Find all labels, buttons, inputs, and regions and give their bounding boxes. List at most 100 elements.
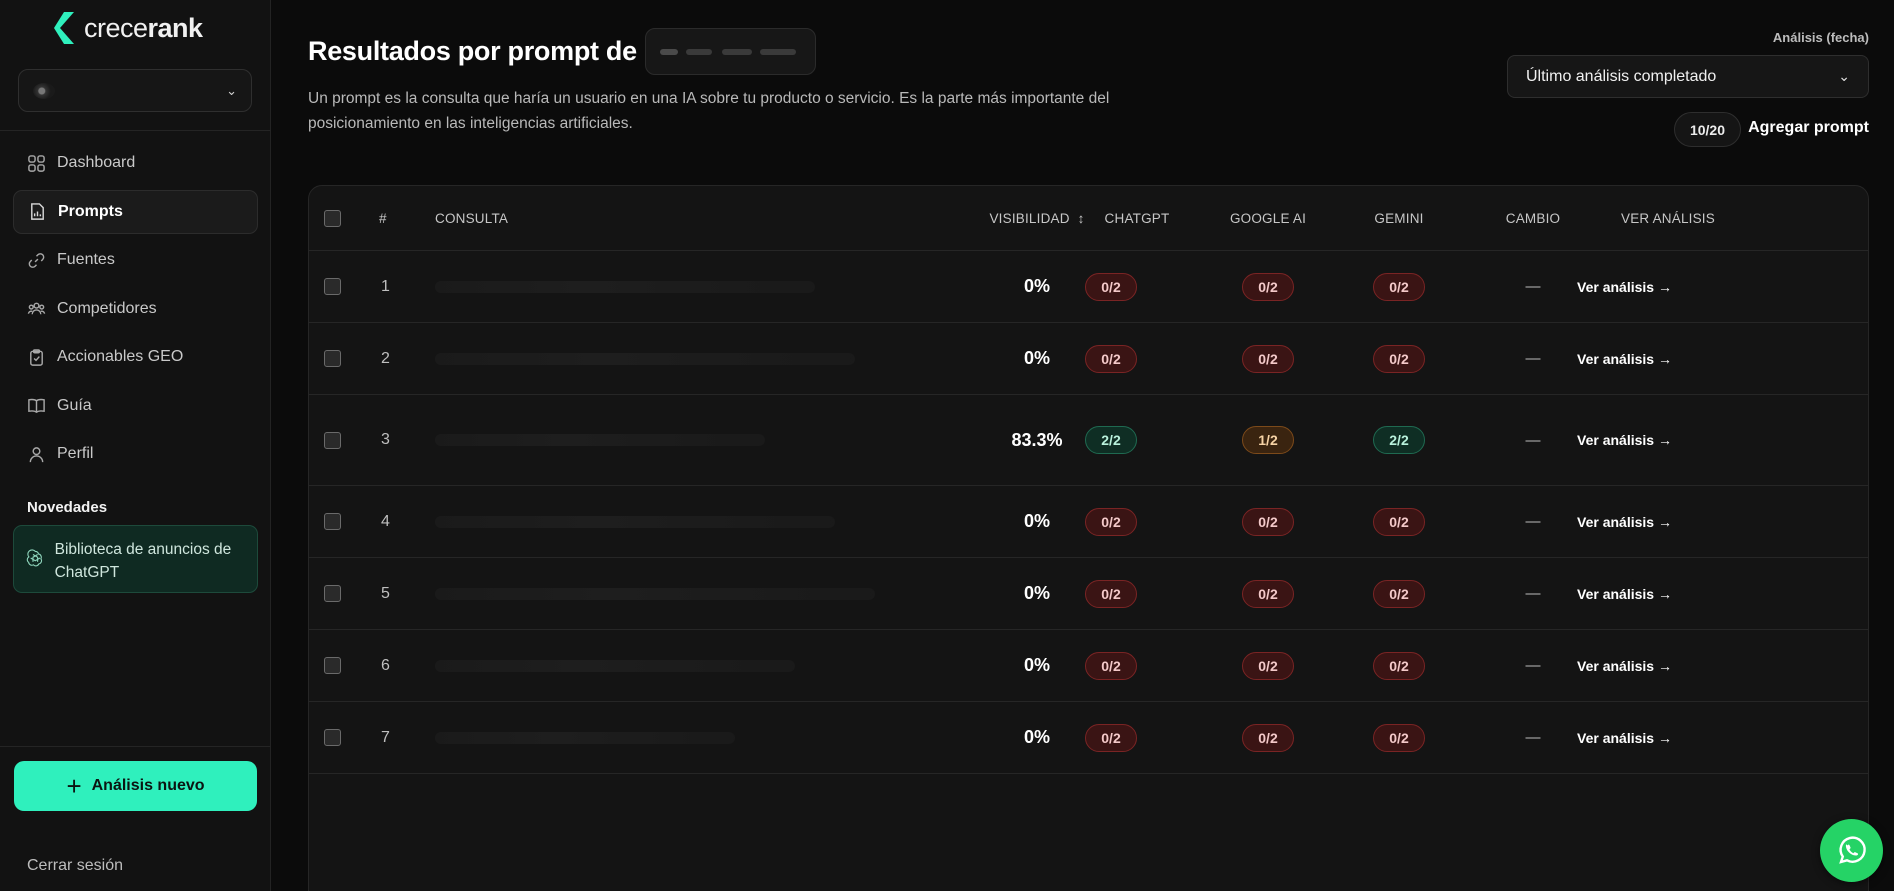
row-checkbox[interactable]: [324, 513, 341, 530]
view-analysis-link[interactable]: Ver análisis →: [1577, 323, 1672, 394]
view-analysis-link[interactable]: Ver análisis →: [1577, 486, 1672, 557]
table-row: 3 83.3% 2/2 1/2 2/2— Ver análisis →: [309, 395, 1868, 486]
row-select-cell: [324, 251, 341, 322]
google-ai-score-badge: 0/2: [1242, 579, 1294, 608]
view-analysis-link[interactable]: Ver análisis →: [1577, 702, 1672, 773]
dashboard-icon: [26, 153, 46, 173]
date-filter-label: Análisis (fecha): [1772, 30, 1869, 45]
row-select-cell: [324, 630, 341, 701]
page-description: Un prompt es la consulta que haría un us…: [308, 90, 1110, 132]
row-number: 2: [381, 349, 390, 367]
gemini-score-badge: 0/2: [1373, 651, 1425, 680]
row-checkbox[interactable]: [324, 350, 341, 367]
column-header-view-analysis: VER ANÁLISIS: [1621, 210, 1715, 226]
redacted-query: [435, 587, 875, 600]
change-value: —: [1525, 431, 1541, 449]
page-title: Resultados por prompt de: [308, 36, 637, 66]
row-checkbox[interactable]: [324, 431, 341, 449]
sidebar-item-label: Perfil: [57, 445, 94, 462]
table-header: # CONSULTA VISIBILIDAD ↕ CHATGPT GOOGLE …: [309, 186, 1868, 251]
row-checkbox[interactable]: [324, 278, 341, 295]
select-all-cell: [324, 186, 341, 250]
sidebar: crecerank ⌄ Dashboard Prompts Fuentes Co…: [0, 0, 271, 891]
whatsapp-chat-button[interactable]: [1820, 819, 1883, 882]
brand-name: crecerank: [84, 12, 203, 43]
brand-logo[interactable]: crecerank: [50, 10, 203, 46]
view-analysis-link[interactable]: Ver análisis →: [1577, 558, 1672, 629]
redacted-query: [435, 352, 855, 365]
new-analysis-label: Análisis nuevo: [91, 777, 205, 794]
sidebar-item-accionables-geo[interactable]: Accionables GEO: [13, 335, 258, 379]
view-analysis-link[interactable]: Ver análisis →: [1577, 630, 1672, 701]
query-cell-redacted: [435, 251, 815, 322]
sidebar-item-perfil[interactable]: Perfil: [13, 432, 258, 476]
chatgpt-score-badge: 0/2: [1085, 723, 1137, 752]
promo-card-ad-library[interactable]: Biblioteca de anuncios de ChatGPT: [13, 525, 258, 593]
sidebar-item-label: Prompts: [58, 202, 123, 220]
main-content: Resultados por prompt de Un prompt es la…: [271, 0, 1894, 891]
gemini-score-badge: 0/2: [1373, 723, 1425, 752]
row-number: 4: [381, 512, 390, 530]
table-row: 4 0% 0/2 0/2 0/2— Ver análisis →: [309, 486, 1868, 558]
logout-link[interactable]: Cerrar sesión: [27, 857, 123, 875]
sidebar-item-prompts[interactable]: Prompts: [13, 189, 258, 234]
google-ai-score-badge: 0/2: [1242, 344, 1294, 373]
query-cell-redacted: [435, 395, 765, 485]
gemini-score-badge: 0/2: [1373, 507, 1425, 536]
row-checkbox[interactable]: [324, 585, 341, 602]
add-prompt-button[interactable]: Agregar prompt: [1748, 119, 1869, 137]
gemini-score-badge: 0/2: [1373, 272, 1425, 301]
redacted-query: [435, 731, 735, 744]
change-value: —: [1525, 350, 1541, 367]
view-analysis-link[interactable]: Ver análisis →: [1577, 395, 1672, 485]
row-checkbox[interactable]: [324, 657, 341, 674]
google-ai-score-badge: 0/2: [1242, 651, 1294, 680]
select-all-checkbox[interactable]: [324, 209, 341, 227]
sidebar-item-label: Guía: [57, 396, 92, 414]
table-row: 1 0% 0/2 0/2 0/2— Ver análisis →: [309, 251, 1868, 323]
sidebar-item-fuentes[interactable]: Fuentes: [13, 238, 258, 282]
sidebar-item-competidores[interactable]: Competidores: [13, 287, 258, 331]
redacted-query: [435, 434, 765, 446]
change-value: —: [1525, 729, 1541, 746]
plus-icon: +: [66, 771, 82, 801]
chatgpt-score-badge: 0/2: [1085, 579, 1137, 608]
view-analysis-link[interactable]: Ver análisis →: [1577, 251, 1672, 322]
query-cell-redacted: [435, 323, 855, 394]
chevron-down-icon: ⌄: [1838, 68, 1850, 84]
sidebar-item-dashboard[interactable]: Dashboard: [13, 141, 258, 185]
sidebar-item-label: Accionables GEO: [57, 348, 184, 365]
account-switcher[interactable]: ⌄: [18, 69, 252, 112]
google-ai-score-badge: 0/2: [1242, 272, 1294, 301]
query-cell-redacted: [435, 558, 875, 629]
table-row: 2 0% 0/2 0/2 0/2— Ver análisis →: [309, 323, 1868, 395]
google-ai-score-badge: 0/2: [1242, 507, 1294, 536]
divider: [0, 130, 271, 131]
brand-name-chip-redacted: [645, 28, 816, 75]
users-icon: [26, 299, 46, 319]
row-checkbox[interactable]: [324, 729, 341, 746]
chatgpt-score-badge: 0/2: [1085, 272, 1137, 301]
link-icon: [26, 250, 46, 270]
row-select-cell: [324, 395, 341, 485]
redacted-query: [435, 280, 815, 293]
sidebar-nav: Dashboard Prompts Fuentes Competidores A…: [13, 141, 258, 481]
google-ai-score-badge: 1/2: [1242, 426, 1294, 454]
row-number: 1: [381, 277, 390, 295]
account-avatar: [33, 82, 55, 99]
redacted-query: [435, 659, 795, 672]
divider: [0, 746, 271, 747]
gemini-score-badge: 0/2: [1373, 579, 1425, 608]
sidebar-item-guia[interactable]: Guía: [13, 384, 258, 428]
sidebar-item-label: Dashboard: [57, 154, 136, 171]
date-filter-select[interactable]: Último análisis completado ⌄: [1507, 55, 1869, 98]
google-ai-score-badge: 0/2: [1242, 723, 1294, 752]
chatgpt-score-badge: 2/2: [1085, 426, 1137, 454]
query-cell-redacted: [435, 486, 835, 557]
row-number: 7: [381, 728, 390, 746]
new-analysis-button[interactable]: + Análisis nuevo: [14, 761, 257, 811]
row-select-cell: [324, 558, 341, 629]
promo-label: Biblioteca de anuncios de ChatGPT: [54, 541, 232, 581]
change-value: —: [1525, 657, 1541, 674]
query-cell-redacted: [435, 702, 735, 773]
